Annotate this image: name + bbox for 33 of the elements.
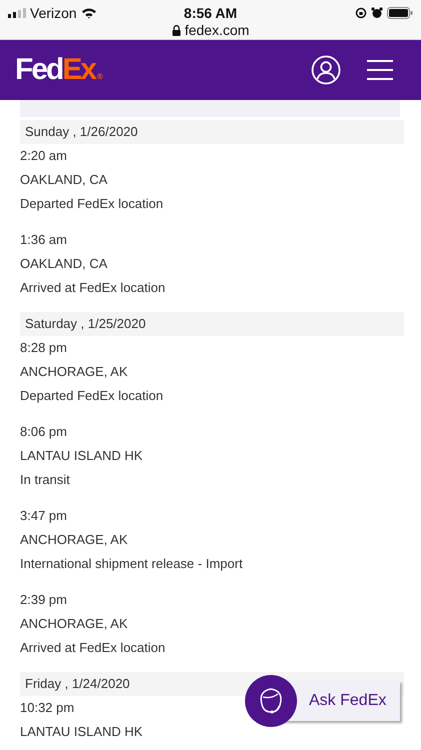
user-icon[interactable] <box>311 55 341 85</box>
date-header: Sunday , 1/26/2020 <box>20 120 404 144</box>
carrier-name: Verizon <box>30 5 77 21</box>
event-status: In transit <box>20 471 70 489</box>
event-location: LANTAU ISLAND HK <box>20 723 143 741</box>
event-location: LANTAU ISLAND HK <box>20 447 143 465</box>
event-location: ANCHORAGE, AK <box>20 363 128 381</box>
event-status: Arrived at FedEx location <box>20 279 166 297</box>
event-time: 2:20 am <box>20 147 67 165</box>
event-location: ANCHORAGE, AK <box>20 531 128 549</box>
event-time: 3:47 pm <box>20 507 67 525</box>
page-url[interactable]: fedex.com <box>184 22 250 38</box>
event-status: Arrived at FedEx location <box>20 639 166 657</box>
event-time: 2:39 pm <box>20 591 67 609</box>
battery-icon <box>386 7 413 19</box>
date-header: Saturday , 1/25/2020 <box>20 312 404 336</box>
event-time: 10:32 pm <box>20 699 74 717</box>
wifi-icon <box>80 7 97 19</box>
event-time: 8:06 pm <box>20 423 67 441</box>
event-status: Departed FedEx location <box>20 387 164 405</box>
event-location: OAKLAND, CA <box>20 255 108 273</box>
event-status: International shipment release - Import <box>20 555 243 573</box>
event-time: 8:28 pm <box>20 339 67 357</box>
clock-time: 8:56 AM <box>184 5 238 21</box>
event-status: Departed FedEx location <box>20 195 164 213</box>
event-time: 1:36 am <box>20 231 67 249</box>
signal-icon <box>8 8 26 18</box>
event-location: OAKLAND, CA <box>20 171 108 189</box>
fedex-logo[interactable]: FedEx® <box>15 55 103 85</box>
event-location: ANCHORAGE, AK <box>20 615 128 633</box>
rotation-lock-icon <box>354 7 367 19</box>
lock-icon <box>172 24 181 36</box>
menu-icon[interactable] <box>367 59 393 81</box>
